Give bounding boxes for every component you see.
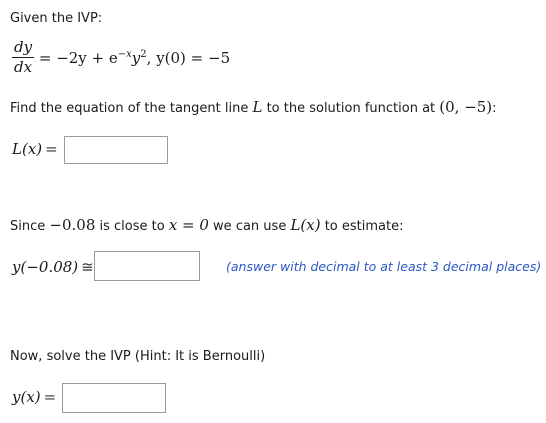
L-label: L(x) = [12,140,58,158]
tangent-prompt-post: : [492,101,497,116]
estimate-prompt-post: to estimate: [320,219,404,234]
y-estimate-label-text: y(−0.08) [12,258,79,276]
tangent-prompt-pre: Find the equation of the tangent line [10,101,253,116]
estimate-prompt-mid2: we can use [208,219,291,234]
derivative-fraction: dy dx [12,38,35,76]
L-label-text: L(x) [12,140,43,158]
intro-text: Given the IVP: [10,11,103,26]
ode-y: y [131,48,141,67]
y-relation: = [43,388,57,406]
estimate-prompt-pre: Since [10,219,50,234]
y-estimate-relation: ≅ [81,258,94,276]
estimate-prompt: Since −0.08 is close to x = 0 we can use… [10,216,403,234]
ode-exponent: −x [117,48,132,60]
y-answer-input[interactable] [62,383,166,413]
y-label-text: y(x) [12,388,41,406]
ode-equation: dy dx = −2y + e−xy2, y(0) = −5 [12,38,230,76]
ode-rhs: = −2y + e−xy2, y(0) = −5 [39,49,230,67]
ode-rhs-main: = −2y + e [38,48,118,67]
estimate-prompt-mid: is close to [95,219,169,234]
tangent-var: L [252,98,263,116]
fraction-numerator: dy [12,38,35,58]
solve-prompt: Now, solve the IVP (Hint: It is Bernoull… [10,349,266,364]
tangent-prompt: Find the equation of the tangent line L … [10,98,497,116]
decimal-hint: (answer with decimal to at least 3 decim… [226,259,542,274]
ode-initial-condition: , y(0) = −5 [146,48,231,67]
y-label: y(x) = [12,388,56,406]
L-answer-input[interactable] [64,136,168,164]
estimate-number: −0.08 [49,216,96,234]
y-estimate-label: y(−0.08) ≅ [12,258,94,276]
L-relation: = [45,140,58,158]
tangent-prompt-mid: to the solution function at [262,101,440,116]
estimate-function: L(x) [290,216,321,234]
fraction-denominator: dx [14,57,33,76]
tangent-point: (0, −5) [439,98,493,116]
estimate-x-zero: x = 0 [168,216,209,234]
y-estimate-input[interactable] [94,251,200,281]
